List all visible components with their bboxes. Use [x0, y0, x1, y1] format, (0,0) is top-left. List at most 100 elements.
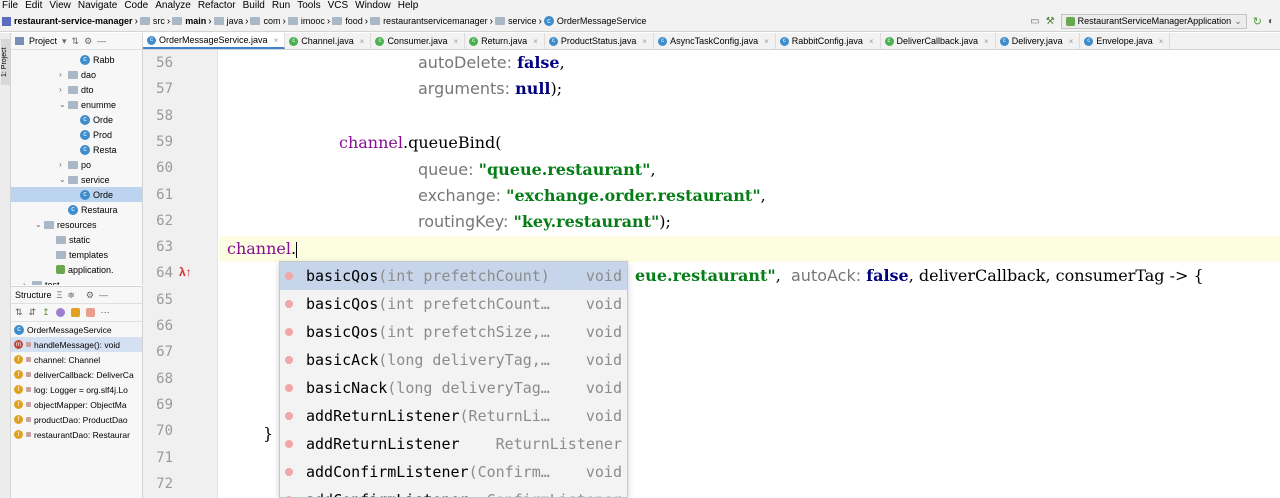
breadcrumb-item[interactable]: service: [493, 16, 539, 26]
completion-item[interactable]: basicQos (int prefetchCount… void: [280, 290, 627, 318]
completion-item[interactable]: basicAck (long deliveryTag,… void: [280, 346, 627, 374]
close-icon[interactable]: ×: [274, 36, 279, 45]
chevron-right-icon[interactable]: ›: [23, 280, 32, 285]
editor-tab[interactable]: c DeliverCallback.java ×: [881, 33, 996, 49]
build-hammer-icon[interactable]: ⚒: [1046, 16, 1055, 27]
breadcrumb-item[interactable]: src: [138, 16, 167, 26]
editor-tab[interactable]: c Channel.java ×: [285, 33, 372, 49]
tree-item[interactable]: application.: [11, 262, 142, 277]
collapse-all-icon[interactable]: ⇅: [72, 36, 80, 47]
editor-tab[interactable]: c RabbitConfig.java ×: [776, 33, 881, 49]
chevron-right-icon[interactable]: ›: [59, 85, 68, 94]
editor-tab[interactable]: c AsyncTaskConfig.java ×: [654, 33, 776, 49]
tree-item[interactable]: c Orde: [11, 112, 142, 127]
tree-item[interactable]: › dto: [11, 82, 142, 97]
more-icon[interactable]: ⋯: [101, 307, 110, 318]
menu-code[interactable]: Code: [122, 0, 153, 11]
tree-item[interactable]: c Restaura: [11, 202, 142, 217]
chevron-right-icon[interactable]: ›: [59, 70, 68, 79]
editor-tab[interactable]: c ProductStatus.java ×: [545, 33, 655, 49]
close-icon[interactable]: ×: [533, 37, 538, 46]
completion-item[interactable]: addConfirmListener (Confirm… void: [280, 458, 627, 486]
error-marker-icon[interactable]: λ↑: [179, 265, 192, 279]
chevron-down-icon[interactable]: ▾: [62, 36, 67, 47]
rerun-icon[interactable]: ↻: [1253, 15, 1262, 28]
tree-item[interactable]: ⌄ enumme: [11, 97, 142, 112]
editor-tab[interactable]: c Delivery.java ×: [996, 33, 1081, 49]
close-icon[interactable]: ×: [984, 37, 989, 46]
structure-member[interactable]: f productDao: ProductDao: [11, 412, 142, 427]
tree-item[interactable]: templates: [11, 247, 142, 262]
close-icon[interactable]: ×: [1069, 37, 1074, 46]
gear-icon[interactable]: ⚙: [84, 36, 92, 47]
close-icon[interactable]: ×: [869, 37, 874, 46]
close-icon[interactable]: ×: [453, 37, 458, 46]
chevron-right-icon[interactable]: ›: [59, 160, 68, 169]
menu-refactor[interactable]: Refactor: [196, 0, 241, 11]
tree-item[interactable]: › test: [11, 277, 142, 285]
tree-item[interactable]: ⌄ service: [11, 172, 142, 187]
tree-item[interactable]: c Rabb: [11, 52, 142, 67]
structure-member[interactable]: f restaurantDao: Restaurar: [11, 427, 142, 442]
menu-run[interactable]: Run: [270, 0, 295, 11]
editor-tab[interactable]: c Return.java ×: [465, 33, 545, 49]
structure-member[interactable]: f log: Logger = org.slf4j.Lo: [11, 382, 142, 397]
menu-navigate[interactable]: Navigate: [76, 0, 122, 11]
tree-item[interactable]: static: [11, 232, 142, 247]
menu-build[interactable]: Build: [241, 0, 270, 11]
chevron-down-icon[interactable]: ⌄: [59, 175, 68, 184]
layout-icon[interactable]: ▭: [1030, 16, 1039, 27]
menu-view[interactable]: View: [47, 0, 76, 11]
completion-item[interactable]: addConfirmListener ConfirmListener: [280, 486, 627, 497]
structure-member[interactable]: f objectMapper: ObjectMa: [11, 397, 142, 412]
structure-root[interactable]: c OrderMessageService: [11, 322, 142, 337]
breadcrumb-item[interactable]: c OrderMessageService: [542, 16, 649, 26]
debug-icon[interactable]: ◐: [1268, 16, 1274, 27]
properties-icon[interactable]: [55, 308, 65, 317]
structure-member[interactable]: m handleMessage(): void: [11, 337, 142, 352]
gear-icon[interactable]: ⚙: [86, 290, 94, 301]
tree-item[interactable]: › dao: [11, 67, 142, 82]
tree-item[interactable]: c Resta: [11, 142, 142, 157]
completion-item[interactable]: basicNack (long deliveryTag… void: [280, 374, 627, 402]
menu-edit[interactable]: Edit: [23, 0, 47, 11]
menu-window[interactable]: Window: [353, 0, 396, 11]
breadcrumb-item[interactable]: java: [212, 16, 246, 26]
run-configuration-select[interactable]: RestaurantServiceManagerApplication ⌄: [1060, 13, 1247, 29]
editor-tab[interactable]: c Consumer.java ×: [371, 33, 466, 49]
breadcrumb-item[interactable]: imooc: [286, 16, 327, 26]
chevron-down-icon[interactable]: ⌄: [59, 100, 68, 109]
close-icon[interactable]: ×: [642, 37, 647, 46]
project-tool-tab[interactable]: 1: Project: [1, 39, 10, 85]
tree-item[interactable]: ⌄ resources: [11, 217, 142, 232]
minimize-icon[interactable]: —: [97, 36, 106, 46]
project-panel-title[interactable]: Project: [29, 36, 57, 46]
menu-vcs[interactable]: VCS: [326, 0, 354, 11]
tree-item[interactable]: c Prod: [11, 127, 142, 142]
completion-item[interactable]: addReturnListener ReturnListener: [280, 430, 627, 458]
close-icon[interactable]: ×: [764, 37, 769, 46]
inherited-icon[interactable]: ↥: [42, 307, 50, 318]
sort-icon[interactable]: Ξ: [57, 290, 63, 300]
completion-item[interactable]: basicQos (int prefetchCount) void: [280, 262, 627, 290]
completion-item[interactable]: addReturnListener (ReturnLi… void: [280, 402, 627, 430]
chevron-down-icon[interactable]: ⌄: [35, 220, 44, 229]
completion-item[interactable]: basicQos (int prefetchSize,… void: [280, 318, 627, 346]
non-public-icon[interactable]: [85, 308, 95, 317]
close-icon[interactable]: ×: [1159, 37, 1164, 46]
editor-tab[interactable]: c OrderMessageService.java ×: [143, 33, 286, 49]
fields-icon[interactable]: [70, 308, 80, 317]
breadcrumb-item[interactable]: food: [330, 16, 365, 26]
breadcrumb-item[interactable]: com: [248, 16, 282, 26]
structure-member[interactable]: f channel: Channel: [11, 352, 142, 367]
structure-member[interactable]: f deliverCallback: DeliverCa: [11, 367, 142, 382]
menu-analyze[interactable]: Analyze: [153, 0, 196, 11]
editor-tab[interactable]: c Envelope.java ×: [1080, 33, 1171, 49]
tree-item[interactable]: › po: [11, 157, 142, 172]
sort-alpha-icon[interactable]: ⇅: [15, 307, 23, 318]
close-icon[interactable]: ×: [360, 37, 365, 46]
breadcrumb-item[interactable]: main: [170, 16, 208, 26]
menu-file[interactable]: File: [0, 0, 23, 11]
breadcrumb-item[interactable]: restaurantservicemanager: [368, 16, 490, 26]
minimize-icon[interactable]: —: [99, 290, 108, 300]
